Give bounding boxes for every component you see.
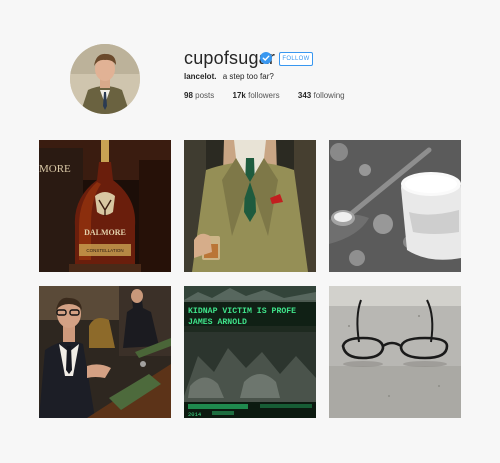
posts-count: 98 xyxy=(184,91,193,100)
following-stat[interactable]: 343 following xyxy=(298,91,345,100)
post-thumbnail-sugar[interactable] xyxy=(329,140,461,272)
verified-badge-icon xyxy=(260,52,272,64)
avatar[interactable] xyxy=(70,44,140,114)
headline-line-1: KIDNAP VICTIM IS PROFE xyxy=(188,307,296,316)
headline-line-2: JAMES ARNOLD xyxy=(188,318,247,327)
following-label: following xyxy=(313,91,345,100)
headline-year: 2014 xyxy=(188,411,202,418)
followers-label: followers xyxy=(248,91,280,100)
post-thumbnail-news[interactable]: KIDNAP VICTIM IS PROFE JAMES ARNOLD 2014 xyxy=(184,286,316,418)
full-name: lancelot. xyxy=(184,72,217,81)
side-sign-text: MORE xyxy=(39,163,71,175)
followers-count: 17k xyxy=(232,91,246,100)
post-thumbnail-whisky[interactable]: MORE DALMORE CONSTELLATION xyxy=(39,140,171,272)
post-thumbnail-suit[interactable] xyxy=(184,140,316,272)
bottle-label-text: CONSTELLATION xyxy=(86,248,123,253)
post-thumbnail-glasses[interactable] xyxy=(329,286,461,418)
posts-stat: 98 posts xyxy=(184,91,214,100)
follow-button[interactable]: FOLLOW xyxy=(279,52,313,66)
bio: lancelot. a step too far? xyxy=(184,72,274,81)
post-thumbnail-meeting[interactable] xyxy=(39,286,171,418)
bottle-brand-text: DALMORE xyxy=(84,228,126,237)
posts-label: posts xyxy=(195,91,215,100)
bio-text: a step too far? xyxy=(222,72,274,81)
followers-stat[interactable]: 17k followers xyxy=(233,91,280,100)
profile-stats: 98 posts 17k followers 343 following xyxy=(184,91,361,100)
profile-header: cupofsugar FOLLOW lancelot. a step too f… xyxy=(0,0,500,130)
following-count: 343 xyxy=(297,91,312,100)
